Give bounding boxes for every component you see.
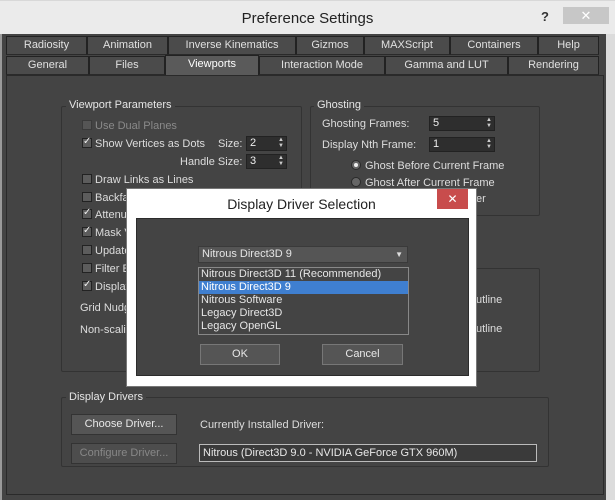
handle-size-value: 3: [250, 155, 257, 167]
ghosting-label: Ghosting: [314, 99, 365, 111]
viewport-parameters-label: Viewport Parameters: [66, 99, 175, 111]
tab-inverse-kinematics[interactable]: Inverse Kinematics: [168, 36, 296, 55]
driver-option-nitrous-d3d11[interactable]: Nitrous Direct3D 11 (Recommended): [199, 268, 408, 281]
attenuate-label: Attenu: [95, 209, 127, 221]
checkbox-box: [82, 174, 92, 184]
driver-dropdown-value: Nitrous Direct3D 9: [202, 248, 292, 260]
window-title: Preference Settings: [241, 10, 374, 27]
handle-size-label: Handle Size:: [180, 156, 243, 168]
size-spinner[interactable]: 2 ▲ ▼: [246, 136, 287, 151]
tab-animation[interactable]: Animation: [87, 36, 168, 55]
tab-gizmos[interactable]: Gizmos: [296, 36, 364, 55]
display-drivers-label: Display Drivers: [66, 391, 146, 403]
checkbox-box: [82, 192, 92, 202]
display-driver-selection-dialog: Display Driver Selection ✕ Nitrous Direc…: [126, 188, 477, 387]
dialog-body: Nitrous Direct3D 9 ▼ Nitrous Direct3D 11…: [136, 218, 469, 376]
tab-files[interactable]: Files: [89, 56, 165, 75]
spinner-arrows-icon[interactable]: ▲ ▼: [486, 138, 492, 150]
filter-label: Filter E: [95, 263, 130, 275]
tab-general[interactable]: General: [6, 56, 89, 75]
configure-driver-button[interactable]: Configure Driver...: [71, 443, 177, 464]
ghosting-frames-value: 5: [433, 117, 440, 129]
installed-driver-field: Nitrous (Direct3D 9.0 - NVIDIA GeForce G…: [199, 444, 537, 462]
installed-driver-label: Currently Installed Driver:: [200, 419, 325, 431]
grid-nudge-label: Grid Nudg: [80, 302, 131, 314]
filter-checkbox[interactable]: Filter E: [82, 263, 130, 275]
show-vertices-checkbox[interactable]: Show Vertices as Dots: [82, 136, 206, 150]
dialog-title: Display Driver Selection: [227, 196, 376, 212]
window-titlebar: Preference Settings ? ✕: [0, 0, 615, 34]
cancel-button[interactable]: Cancel: [322, 344, 403, 365]
window-close-button[interactable]: ✕: [563, 7, 609, 24]
use-dual-planes-checkbox[interactable]: Use Dual Planes: [82, 120, 177, 132]
background-window-edge: [606, 34, 615, 500]
checkbox-box: [82, 245, 92, 255]
tab-maxscript[interactable]: MAXScript: [364, 36, 450, 55]
display-checkbox[interactable]: Display: [82, 279, 131, 293]
radio-dot: [351, 177, 361, 187]
display-nth-frame-value: 1: [433, 138, 440, 150]
driver-dropdown-list: Nitrous Direct3D 11 (Recommended) Nitrou…: [198, 267, 409, 335]
show-vertices-label: Show Vertices as Dots: [95, 138, 206, 150]
tab-viewports[interactable]: Viewports: [165, 55, 259, 76]
non-scaling-label: Non-scalin: [80, 324, 132, 336]
driver-dropdown[interactable]: Nitrous Direct3D 9 ▼: [198, 246, 408, 263]
driver-option-legacy-d3d[interactable]: Legacy Direct3D: [199, 307, 408, 320]
dialog-close-button[interactable]: ✕: [437, 189, 468, 209]
driver-option-nitrous-software[interactable]: Nitrous Software: [199, 294, 408, 307]
display-nth-frame-spinner[interactable]: 1 ▲ ▼: [429, 137, 495, 152]
outline-label-1: utline: [476, 294, 503, 306]
checkbox-box: [82, 136, 92, 148]
checkbox-box: [82, 225, 92, 237]
draw-links-label: Draw Links as Lines: [95, 174, 194, 186]
checkbox-box: [82, 263, 92, 273]
tab-interaction-mode[interactable]: Interaction Mode: [259, 56, 385, 75]
draw-links-checkbox[interactable]: Draw Links as Lines: [82, 174, 193, 186]
choose-driver-button[interactable]: Choose Driver...: [71, 414, 177, 435]
outline-label-2: utline: [476, 323, 503, 335]
handle-size-spinner[interactable]: 3 ▲ ▼: [246, 154, 287, 169]
checkbox-box: [82, 207, 92, 219]
checkbox-box: [82, 279, 92, 291]
tab-gamma-and-lut[interactable]: Gamma and LUT: [385, 56, 508, 75]
driver-option-nitrous-d3d9[interactable]: Nitrous Direct3D 9: [199, 281, 408, 294]
help-button[interactable]: ?: [541, 9, 549, 24]
display-nth-frame-label: Display Nth Frame:: [322, 139, 417, 151]
ghosting-frames-spinner[interactable]: 5 ▲ ▼: [429, 116, 495, 131]
ghosting-option-fragment: er: [476, 193, 486, 205]
backface-label: Backfa: [95, 192, 129, 204]
attenuate-checkbox[interactable]: Attenu: [82, 207, 127, 221]
backface-checkbox[interactable]: Backfa: [82, 192, 129, 204]
mask-viewport-checkbox[interactable]: Mask V: [82, 225, 132, 239]
ghost-before-radio[interactable]: Ghost Before Current Frame: [351, 160, 504, 172]
spinner-arrows-icon[interactable]: ▲ ▼: [278, 155, 284, 167]
tab-rendering[interactable]: Rendering: [508, 56, 599, 75]
checkbox-box: [82, 120, 92, 130]
tab-containers[interactable]: Containers: [450, 36, 538, 55]
use-dual-planes-label: Use Dual Planes: [95, 120, 177, 132]
size-label: Size:: [218, 138, 243, 150]
tab-help[interactable]: Help: [538, 36, 599, 55]
ok-button[interactable]: OK: [200, 344, 280, 365]
tab-radiosity[interactable]: Radiosity: [6, 36, 87, 55]
driver-option-legacy-opengl[interactable]: Legacy OpenGL: [199, 320, 408, 333]
size-value: 2: [250, 137, 257, 149]
radio-dot: [351, 160, 361, 170]
spinner-arrows-icon[interactable]: ▲ ▼: [278, 137, 284, 149]
spinner-arrows-icon[interactable]: ▲ ▼: [486, 117, 492, 129]
ghosting-frames-label: Ghosting Frames:: [322, 118, 410, 130]
update-checkbox[interactable]: Update: [82, 245, 130, 257]
chevron-down-icon[interactable]: ▼: [395, 247, 403, 262]
ghost-before-label: Ghost Before Current Frame: [365, 160, 505, 172]
